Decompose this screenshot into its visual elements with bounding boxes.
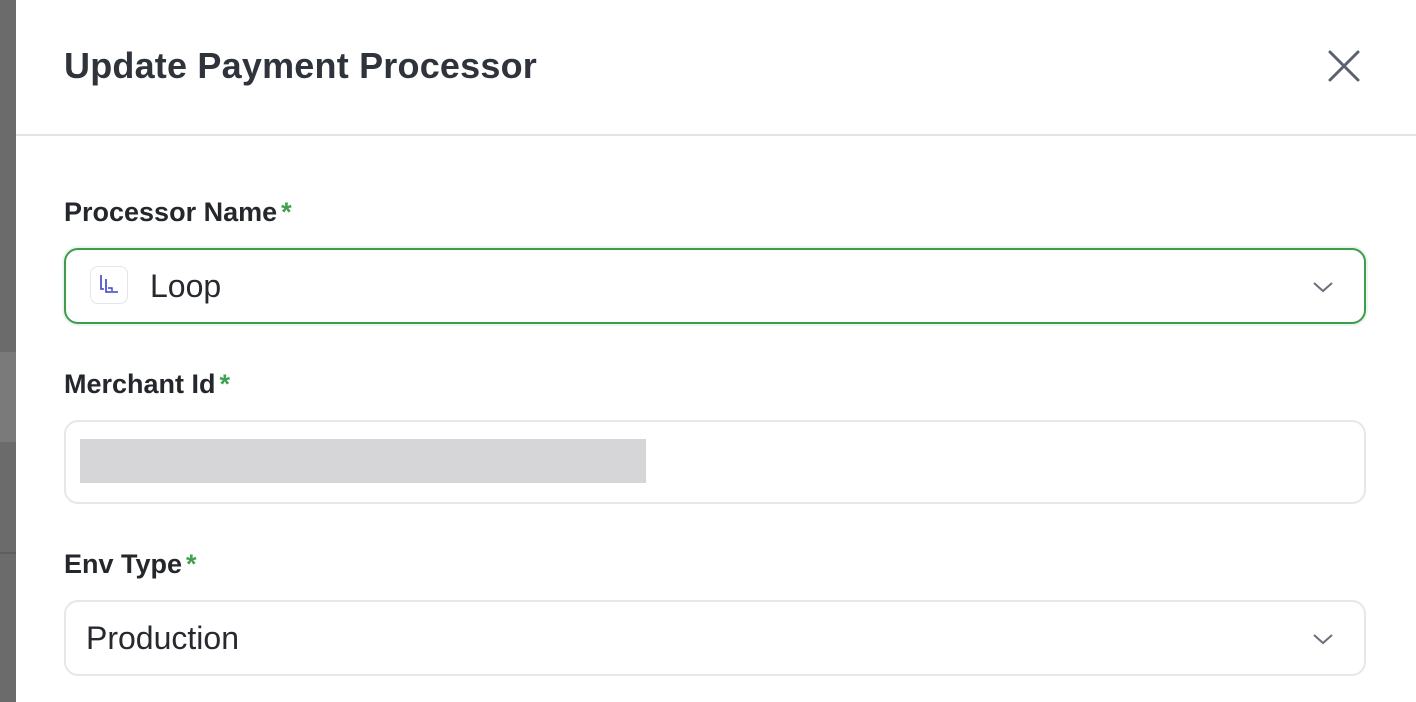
chevron-down-icon (1313, 282, 1333, 293)
env-type-label: Env Type * (64, 548, 197, 580)
backdrop-divider (0, 552, 16, 554)
processor-name-value: Loop (150, 268, 222, 304)
merchant-id-input[interactable] (64, 420, 1366, 504)
page-title: Update Payment Processor (64, 45, 537, 86)
close-icon (1328, 50, 1360, 82)
required-mark: * (219, 369, 231, 399)
env-type-select[interactable]: Production (64, 600, 1366, 676)
chevron-down-icon (1313, 634, 1333, 645)
update-processor-panel: Update Payment Processor Processor Name *… (16, 0, 1416, 702)
backdrop-band (0, 352, 16, 442)
close-button[interactable] (1326, 48, 1362, 84)
merchant-id-label-text: Merchant Id (64, 369, 216, 399)
modal-backdrop[interactable] (0, 0, 16, 702)
processor-logo (90, 266, 128, 304)
processor-name-label: Processor Name * (64, 196, 292, 228)
processor-name-select[interactable]: Loop (64, 248, 1366, 324)
required-mark: * (281, 197, 292, 227)
env-type-value: Production (86, 620, 239, 656)
merchant-id-label: Merchant Id * (64, 368, 230, 400)
redacted-value (80, 439, 646, 483)
processor-name-label-text: Processor Name (64, 197, 278, 227)
panel-header: Update Payment Processor (16, 0, 1416, 136)
loop-logo-icon (100, 275, 118, 293)
env-type-label-text: Env Type (64, 549, 183, 579)
required-mark: * (186, 549, 197, 579)
